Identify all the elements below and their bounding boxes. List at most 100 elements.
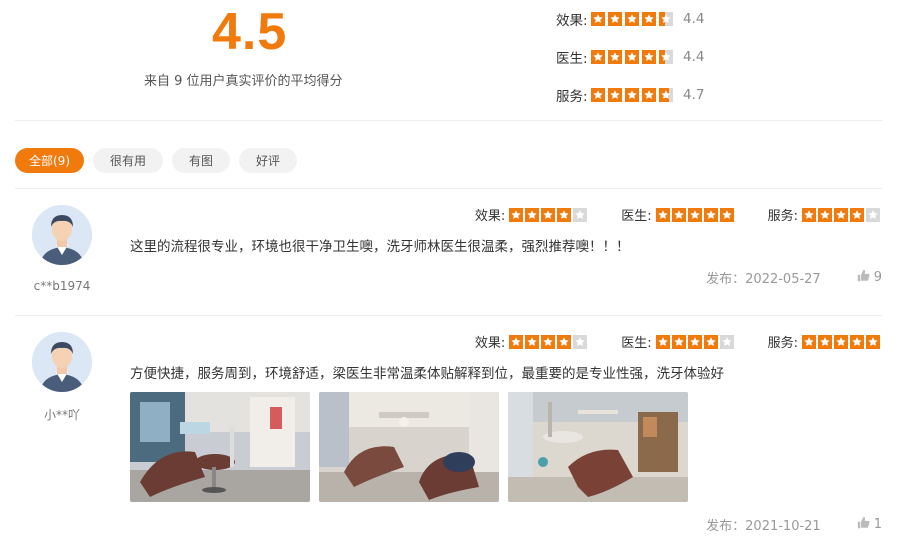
star-icon: [642, 12, 656, 26]
star-icon: [818, 207, 832, 222]
star-icon: [642, 50, 656, 64]
review-footer: 发布：2022-05-27 9: [706, 268, 882, 287]
tab-all[interactable]: 全部(9): [15, 148, 84, 173]
review-username: 小**吖: [43, 408, 80, 422]
star-icon: [834, 334, 848, 349]
star-icon: [525, 334, 540, 349]
like-count: 1: [873, 517, 882, 532]
tab-positive[interactable]: 好评: [239, 148, 298, 173]
review-date: 发布：2022-05-27: [706, 272, 821, 287]
review-score-effect: 效果:: [474, 205, 588, 224]
user-avatar-icon[interactable]: [32, 332, 92, 392]
star-icon: [659, 50, 673, 64]
review-date: 发布：2021-10-21: [706, 519, 821, 534]
review-item: 小**吖 效果: 医生: 服务: 方便快捷，服务周到，环境舒适，梁医生非常温柔体…: [15, 316, 882, 551]
rating-label: 医生:: [556, 51, 588, 67]
thumbs-up-icon: [857, 516, 870, 533]
tab-helpful[interactable]: 很有用: [93, 148, 164, 173]
star-rating: [509, 207, 588, 222]
star-rating: [591, 12, 673, 26]
review-scores: 效果: 医生: 服务:: [475, 332, 880, 351]
user-avatar-icon[interactable]: [32, 205, 92, 265]
star-icon: [703, 334, 718, 349]
score-label: 医生:: [621, 336, 652, 351]
star-icon: [655, 334, 670, 349]
star-rating: [591, 88, 673, 102]
star-rating: [802, 334, 880, 349]
score-label: 效果:: [474, 209, 506, 224]
star-icon: [591, 50, 605, 64]
score-label: 服务:: [767, 336, 798, 351]
star-rating: [509, 334, 588, 349]
star-icon: [834, 207, 848, 222]
star-icon: [541, 207, 556, 222]
review-footer: 发布：2021-10-21 1: [706, 515, 882, 534]
star-rating: [655, 207, 734, 222]
like-button[interactable]: 1: [857, 516, 882, 533]
review-photos: [130, 392, 688, 502]
star-icon: [719, 207, 734, 222]
star-icon: [557, 207, 572, 222]
star-icon: [866, 334, 880, 349]
star-icon: [671, 207, 686, 222]
star-icon: [608, 12, 622, 26]
review-score-service: 服务:: [768, 332, 880, 351]
star-icon: [671, 334, 686, 349]
review-filter-tabs: 全部(9) 很有用 有图 好评: [15, 148, 298, 173]
star-icon: [655, 207, 670, 222]
tab-with-photos[interactable]: 有图: [172, 148, 231, 173]
review-score-service: 服务:: [768, 205, 880, 224]
review-score-doctor: 医生:: [621, 332, 734, 351]
star-icon: [625, 88, 639, 102]
review-score-doctor: 医生:: [621, 205, 734, 224]
star-rating: [591, 50, 673, 64]
star-icon: [703, 207, 718, 222]
star-icon: [509, 334, 524, 349]
star-icon: [659, 88, 673, 102]
like-count: 9: [873, 270, 882, 285]
review-photo[interactable]: [130, 392, 310, 502]
rating-value: 4.7: [683, 87, 705, 103]
rating-label: 服务:: [556, 89, 588, 105]
star-icon: [719, 334, 734, 349]
rating-value: 4.4: [683, 49, 705, 65]
star-rating: [802, 207, 880, 222]
star-icon: [687, 334, 702, 349]
star-icon: [642, 88, 656, 102]
divider: [15, 120, 882, 121]
summary-rating-service: 服务: 4.7: [556, 85, 704, 105]
star-icon: [573, 207, 588, 222]
thumbs-up-icon: [857, 269, 870, 286]
star-icon: [625, 12, 639, 26]
star-icon: [591, 12, 605, 26]
review-text: 方便快捷，服务周到，环境舒适，梁医生非常温柔体贴解释到位，最重要的是专业性强，洗…: [130, 366, 724, 382]
star-icon: [659, 12, 673, 26]
rating-label: 效果:: [556, 13, 588, 29]
star-icon: [608, 88, 622, 102]
star-rating: [655, 334, 734, 349]
star-icon: [557, 334, 572, 349]
score-label: 服务:: [767, 209, 798, 224]
star-icon: [802, 207, 816, 222]
like-button[interactable]: 9: [857, 269, 882, 286]
review-item: c**b1974 效果: 医生: 服务: 这里的流程很专业，环境也很干净卫生噢，…: [15, 189, 882, 316]
review-scores: 效果: 医生: 服务:: [475, 205, 880, 224]
score-label: 医生:: [621, 209, 652, 224]
star-icon: [591, 88, 605, 102]
star-icon: [850, 334, 864, 349]
summary-rating-effect: 效果: 4.4: [556, 9, 704, 29]
average-score-description: 来自 9 位用户真实评价的平均得分: [144, 74, 343, 89]
review-username: c**b1974: [33, 279, 91, 293]
star-icon: [687, 207, 702, 222]
star-icon: [802, 334, 816, 349]
star-icon: [608, 50, 622, 64]
star-icon: [541, 334, 556, 349]
review-photo[interactable]: [508, 392, 688, 502]
review-photo[interactable]: [319, 392, 499, 502]
score-label: 效果:: [474, 336, 506, 351]
rating-summary: 4.5 来自 9 位用户真实评价的平均得分 效果: 4.4 医生: 4.4 服务…: [0, 0, 897, 122]
star-icon: [573, 334, 588, 349]
rating-value: 4.4: [683, 11, 705, 27]
star-icon: [625, 50, 639, 64]
summary-rating-doctor: 医生: 4.4: [556, 47, 704, 67]
